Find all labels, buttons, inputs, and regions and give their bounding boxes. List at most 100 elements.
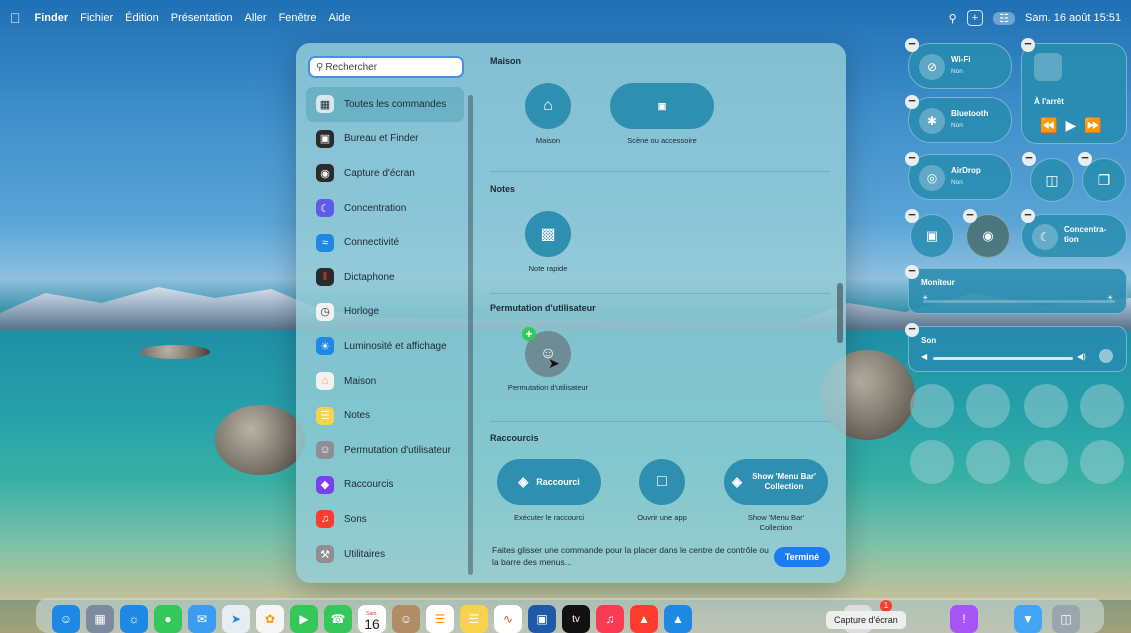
sidebar-item-maison[interactable]: ⌂ Maison [306, 364, 464, 399]
stage-manager-icon: ◫ [1045, 171, 1059, 188]
sidebar-item-notes[interactable]: ☰ Notes [306, 398, 464, 433]
add-control-button[interactable]: + [966, 10, 984, 26]
control-scene-accessoire[interactable]: ▣ [610, 83, 714, 129]
menubar-clock[interactable]: Sam. 16 août 15:51 [1025, 12, 1121, 24]
remove-icon[interactable]: − [1078, 151, 1092, 166]
sidebar-item-horloge[interactable]: ◷ Horloge [306, 295, 464, 330]
remove-icon[interactable]: − [905, 151, 919, 166]
background-rock [215, 405, 305, 475]
now-playing-tile[interactable]: À l'arrêt ⏪▶⏩ [1021, 43, 1127, 144]
sidebar-scrollbar[interactable] [468, 95, 473, 575]
media-controls: ⏪▶⏩ [1040, 117, 1110, 134]
phone-icon[interactable]: ☎ [324, 605, 352, 633]
calendar-icon[interactable]: Sam. 16 [358, 605, 386, 633]
control-show-menu-bar[interactable]: ◈ Show 'Menu Bar' Collection [724, 459, 828, 505]
menu-edition[interactable]: Édition [125, 12, 159, 24]
sidebar-item-concentration[interactable]: ☾ Concentration [306, 191, 464, 226]
empty-slot [1080, 440, 1124, 484]
menu-bar:  Finder Fichier Édition Présentation Al… [0, 0, 1131, 36]
control-ouvrir-app[interactable]: □ [639, 459, 685, 505]
sidebar-item-bureau-finder[interactable]: ▣ Bureau et Finder [306, 122, 464, 157]
remove-icon[interactable]: − [905, 94, 919, 109]
stage-manager-button[interactable]: ◫ [1030, 158, 1074, 202]
now-playing-status: À l'arrêt [1034, 97, 1064, 106]
remove-icon[interactable]: − [1021, 208, 1035, 223]
sidebar-item-all[interactable]: ▦ Toutes les commandes [306, 87, 464, 122]
mouse-cursor-icon: ➤ [548, 355, 560, 371]
menu-aller[interactable]: Aller [245, 12, 267, 24]
sidebar-item-label: Concentration [344, 202, 407, 214]
control-executer-raccourci[interactable]: ◈ Raccourci [497, 459, 601, 505]
wifi-tile[interactable]: ⊘ Wi-Fi Non [908, 43, 1012, 89]
maps-icon[interactable]: ➤ [222, 605, 250, 633]
empty-slot [966, 384, 1010, 428]
remove-icon[interactable]: − [1022, 151, 1036, 166]
next-icon[interactable]: ⏩ [1084, 117, 1109, 133]
control-maison[interactable]: ⌂ [525, 83, 571, 129]
done-button[interactable]: Terminé [774, 547, 830, 567]
freeform-icon[interactable]: ∿ [494, 605, 522, 633]
bluetooth-tile[interactable]: ✱ Bluetooth Non [908, 97, 1012, 143]
contacts-icon[interactable]: ☺ [392, 605, 420, 633]
control-label: Note rapide [528, 264, 568, 273]
sidebar-item-capture[interactable]: ◉ Capture d'écran [306, 156, 464, 191]
apple-icon[interactable]:  [10, 10, 21, 26]
spotlight-search-icon[interactable]: ⚲ [949, 12, 957, 25]
sidebar-item-sons[interactable]: ♫ Sons [306, 502, 464, 537]
notes-icon[interactable]: ☰ [460, 605, 488, 633]
remove-icon[interactable]: − [905, 264, 919, 279]
finder-icon[interactable]: ☺ [52, 605, 80, 633]
menu-presentation[interactable]: Présentation [171, 12, 233, 24]
remove-icon[interactable]: − [905, 322, 919, 337]
sidebar-item-permutation[interactable]: ☺ Permutation d'utilisateur [306, 433, 464, 468]
shortcuts-icon: ◆ [316, 475, 334, 494]
bluetooth-icon: ✱ [919, 108, 945, 134]
sidebar-item-raccourcis[interactable]: ◆ Raccourcis [306, 468, 464, 503]
keynote-icon[interactable]: ▣ [528, 605, 556, 633]
sidebar-item-utilitaires[interactable]: ⚒ Utilitaires [306, 537, 464, 572]
apple-tv-icon[interactable]: tv [562, 605, 590, 633]
remove-icon[interactable]: − [905, 208, 919, 223]
sidebar-item-luminosite[interactable]: ☀ Luminosité et affichage [306, 329, 464, 364]
sidebar-item-dictaphone[interactable]: ‖ Dictaphone [306, 260, 464, 295]
add-plus-icon[interactable]: + [522, 327, 536, 341]
sidebar-item-connectivite[interactable]: ≈ Connectivité [306, 225, 464, 260]
trash-icon[interactable]: ◫ [1052, 605, 1080, 633]
content-scrollbar[interactable] [837, 283, 843, 343]
search-field[interactable]: ⚲ Rechercher [308, 56, 464, 78]
focus-tile[interactable]: ☾ Concentra- tion [1021, 214, 1127, 258]
safari-icon[interactable]: ☼ [120, 605, 148, 633]
layers-icon: ◈ [518, 474, 529, 489]
downloads-folder-icon[interactable]: ▼ [1014, 605, 1042, 633]
control-note-rapide[interactable]: ▩ [525, 211, 571, 257]
remove-icon[interactable]: − [905, 37, 919, 52]
feedback-icon[interactable]: ! [950, 605, 978, 633]
launchpad-icon[interactable]: ▦ [86, 605, 114, 633]
menu-fichier[interactable]: Fichier [80, 12, 113, 24]
app-store-icon[interactable]: ▲ [664, 605, 692, 633]
messages-icon[interactable]: ● [154, 605, 182, 633]
control-center-icon[interactable]: ☷ [993, 11, 1015, 25]
mail-icon[interactable]: ✉ [188, 605, 216, 633]
menu-app-finder[interactable]: Finder [35, 12, 69, 24]
play-icon[interactable]: ▶ [1065, 117, 1084, 133]
airdrop-tile[interactable]: ◎ AirDrop Non [908, 154, 1012, 200]
remove-icon[interactable]: − [1021, 37, 1035, 52]
reminders-icon[interactable]: ☰ [426, 605, 454, 633]
airplay-icon[interactable] [1099, 349, 1113, 363]
bluetooth-name: Bluetooth [951, 109, 989, 118]
sidebar-item-label: Sons [344, 513, 367, 525]
remove-icon[interactable]: − [963, 208, 977, 223]
layers-icon: ◈ [732, 474, 742, 489]
music-icon[interactable]: ♫ [596, 605, 624, 633]
menu-fenetre[interactable]: Fenêtre [279, 12, 317, 24]
volume-slider[interactable] [933, 357, 1073, 360]
menu-aide[interactable]: Aide [328, 12, 350, 24]
sidebar-item-label: Permutation d'utilisateur [344, 444, 451, 456]
brightness-slider[interactable] [923, 300, 1115, 303]
news-icon[interactable]: ▲ [630, 605, 658, 633]
facetime-icon[interactable]: ▶ [290, 605, 318, 633]
photos-icon[interactable]: ✿ [256, 605, 284, 633]
section-divider [490, 293, 830, 294]
previous-icon[interactable]: ⏪ [1040, 117, 1065, 133]
